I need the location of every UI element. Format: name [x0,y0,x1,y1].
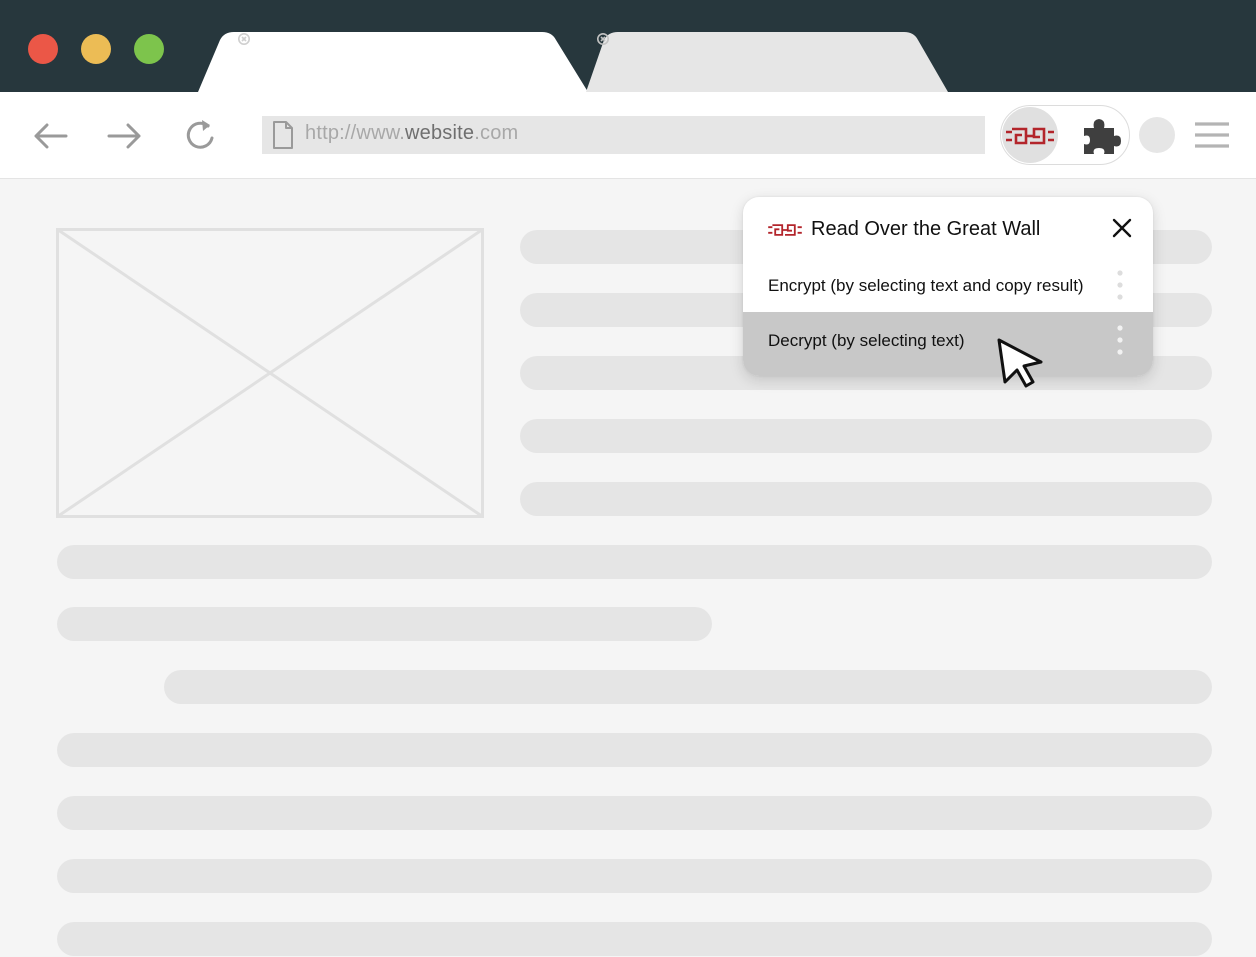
puzzle-icon[interactable] [1080,116,1122,156]
arrow-left-icon[interactable] [30,116,70,156]
menu-item-label: Encrypt (by selecting text and copy resu… [768,276,1084,295]
popup-title: Read Over the Great Wall [811,218,1041,240]
text-line-placeholder [520,482,1212,516]
menu-item-decrypt[interactable]: Decrypt (by selecting text) [743,312,1153,376]
great-wall-logo-icon [768,224,802,236]
address-bar[interactable]: http://www.website.com [262,116,985,154]
window-maximize-button[interactable] [134,34,164,64]
text-line-placeholder [520,419,1212,453]
text-line-placeholder [57,796,1212,830]
reload-icon[interactable] [181,116,221,156]
menu-item-label: Decrypt (by selecting text) [768,331,965,350]
text-line-placeholder [164,670,1212,704]
close-icon[interactable] [1111,217,1133,239]
hamburger-menu-icon[interactable] [1194,120,1230,150]
image-placeholder [56,228,484,518]
text-line-placeholder [57,545,1212,579]
tab-inactive[interactable] [580,32,952,92]
great-wall-logo-icon [1006,127,1054,145]
arrow-right-icon[interactable] [105,116,145,156]
extension-popup: Read Over the Great Wall Encrypt (by sel… [743,197,1153,376]
text-line-placeholder [57,607,712,641]
tab-active[interactable] [198,32,590,92]
window-close-button[interactable] [28,34,58,64]
menu-item-encrypt[interactable]: Encrypt (by selecting text and copy resu… [743,257,1153,312]
window-minimize-button[interactable] [81,34,111,64]
url-text: http://www.website.com [305,122,519,144]
kebab-menu-icon[interactable] [1115,325,1125,355]
close-icon[interactable] [596,32,610,46]
text-line-placeholder [57,922,1212,956]
kebab-menu-icon[interactable] [1115,270,1125,300]
document-icon [273,121,293,149]
mouse-pointer-icon [997,338,1043,388]
text-line-placeholder [57,859,1212,893]
text-line-placeholder [57,733,1212,767]
close-icon[interactable] [237,32,251,46]
avatar[interactable] [1139,117,1175,153]
